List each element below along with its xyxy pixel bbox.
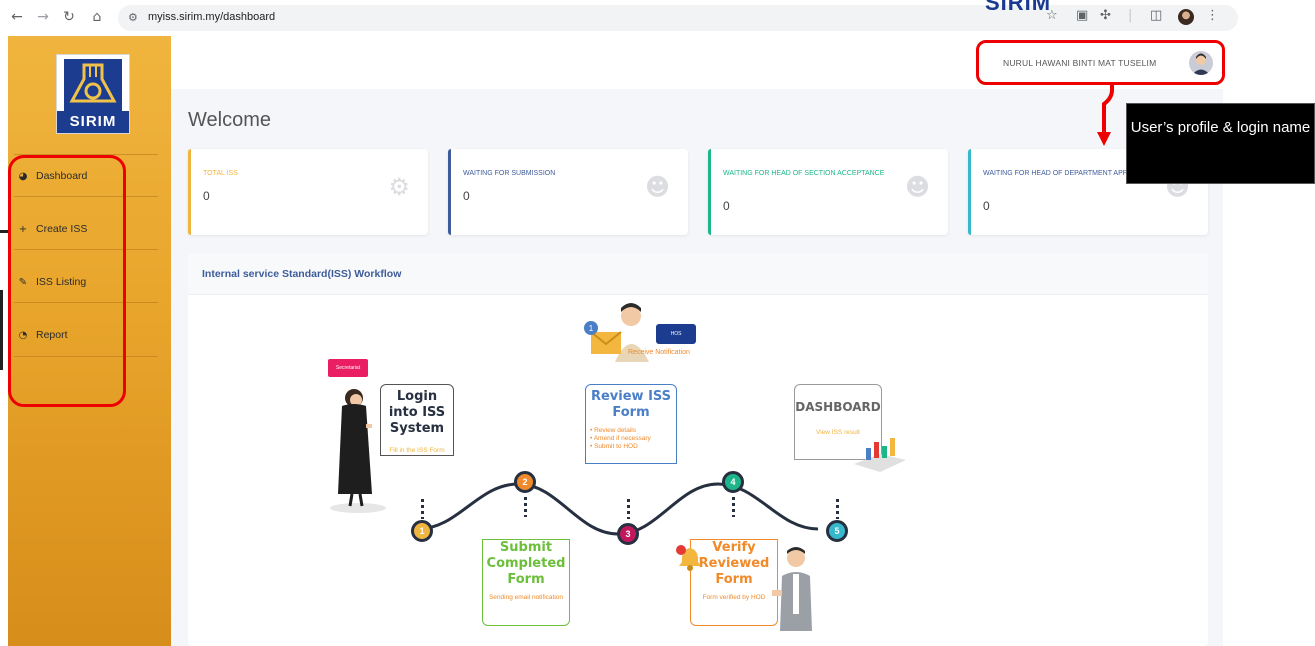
stage-number-5: 5: [826, 520, 848, 542]
home-icon[interactable]: ⌂: [88, 9, 106, 25]
stage-subtitle: Form verified by HOD: [702, 594, 766, 601]
star-icon[interactable]: ☆: [1046, 8, 1058, 23]
receive-notification-text: Receive Notification: [628, 349, 690, 356]
menu-icon[interactable]: ⋮: [1206, 8, 1219, 23]
stage-number-1: 1: [411, 520, 433, 542]
card-title: WAITING FOR HEAD OF SECTION ACCEPTANCE: [723, 170, 885, 177]
stage-login: Login into ISS System Fill in the ISS Fo…: [380, 384, 454, 456]
logo-text: SIRIM: [57, 111, 129, 133]
svg-text:1: 1: [589, 324, 594, 333]
annotation-arrow: [1097, 82, 1114, 146]
stat-card-total-iss[interactable]: TOTAL ISS 0 ⚙: [188, 149, 428, 235]
workflow-panel: Internal service Standard(ISS) Workflow …: [188, 254, 1208, 646]
secretariat-tag: Secretariat: [328, 359, 368, 377]
card-accent: [448, 149, 451, 235]
card-accent: [188, 149, 191, 235]
reload-icon[interactable]: ↻: [60, 9, 78, 25]
card-accent: [968, 149, 971, 235]
stage-title: Review ISS Form: [590, 389, 672, 420]
user-name[interactable]: NURUL HAWANI BINTI MAT TUSELIM: [1003, 58, 1156, 68]
annotation-line: [0, 230, 8, 233]
sidebar-icon[interactable]: ◫: [1150, 8, 1162, 23]
card-value: 0: [983, 199, 990, 213]
browser-toolbar: ← → ↻ ⌂ ⚙ myiss.sirim.my/dashboard SIRIM…: [0, 0, 1315, 36]
hos-tag: HOS: [656, 324, 696, 344]
bell-icon: [676, 545, 701, 571]
stage-title: Login into ISS System: [388, 389, 446, 436]
stat-card-waiting-submission[interactable]: WAITING FOR SUBMISSION 0 ☻: [448, 149, 688, 235]
workflow-header: Internal service Standard(ISS) Workflow: [188, 254, 1208, 295]
connector-dots: [421, 499, 424, 519]
card-value: 0: [723, 199, 730, 213]
stage-number-2: 2: [514, 471, 536, 493]
user-profile[interactable]: NURUL HAWANI BINTI MAT TUSELIM: [976, 40, 1225, 85]
connector-dots: [836, 499, 839, 519]
site-settings-icon[interactable]: ⚙: [128, 11, 138, 24]
stage-number-3: 3: [617, 523, 639, 545]
card-value: 0: [203, 189, 210, 203]
workflow-title: Internal service Standard(ISS) Workflow: [202, 268, 402, 280]
brand-logo-partial: SIRIM: [985, 0, 1052, 15]
profile-icon[interactable]: [1178, 9, 1194, 25]
main-content: NURUL HAWANI BINTI MAT TUSELIM Welcome T…: [171, 36, 1225, 646]
annotation-line: [0, 290, 3, 370]
stage-subtitle: Sending email notification: [488, 594, 564, 601]
connector-dots: [524, 497, 527, 517]
stage-title: Submit Completed Form: [486, 540, 566, 587]
connector-dots: [627, 499, 630, 519]
url-text[interactable]: myiss.sirim.my/dashboard: [148, 11, 275, 23]
forward-icon[interactable]: →: [34, 9, 52, 25]
stage-subtitle: • Review details • Amend if necessary • …: [590, 427, 651, 450]
address-bar[interactable]: ⚙ myiss.sirim.my/dashboard: [118, 5, 1238, 31]
stage-title: DASHBOARD: [795, 400, 881, 414]
stat-card-waiting-hos[interactable]: WAITING FOR HEAD OF SECTION ACCEPTANCE 0…: [708, 149, 948, 235]
card-accent: [708, 149, 711, 235]
stage-subtitle: Fill in the ISS Form: [389, 447, 445, 454]
stage-submit: Submit Completed Form Sending email noti…: [482, 539, 570, 626]
profile-annotation-callout: User’s profile & login name: [1126, 103, 1315, 184]
card-value: 0: [463, 189, 470, 203]
hod-figure-icon: [772, 547, 812, 631]
secretariat-figure-icon: [330, 389, 386, 513]
user-check-icon: ☻: [904, 173, 930, 201]
page-title: Welcome: [188, 109, 271, 131]
back-icon[interactable]: ←: [8, 9, 26, 25]
extensions-icon[interactable]: ✣: [1100, 8, 1111, 23]
report-chart-icon: [854, 438, 906, 472]
stage-review: Review ISS Form • Review details • Amend…: [585, 384, 677, 464]
sirim-logo[interactable]: SIRIM: [56, 54, 130, 134]
top-header: NURUL HAWANI BINTI MAT TUSELIM: [171, 36, 1225, 89]
card-title: TOTAL ISS: [203, 170, 238, 177]
cast-icon[interactable]: ▣: [1076, 8, 1088, 23]
user-avatar-icon: [1192, 53, 1210, 75]
separator: |: [1128, 8, 1133, 23]
sirim-emblem-icon: [64, 59, 122, 111]
gears-icon: ⚙: [388, 173, 410, 201]
card-title: WAITING FOR SUBMISSION: [463, 170, 556, 177]
stage-number-4: 4: [722, 471, 744, 493]
connector-dots: [732, 497, 735, 517]
sidebar-highlight-annotation: [8, 155, 126, 407]
user-clock-icon: ☻: [644, 173, 670, 201]
avatar[interactable]: [1189, 51, 1213, 75]
